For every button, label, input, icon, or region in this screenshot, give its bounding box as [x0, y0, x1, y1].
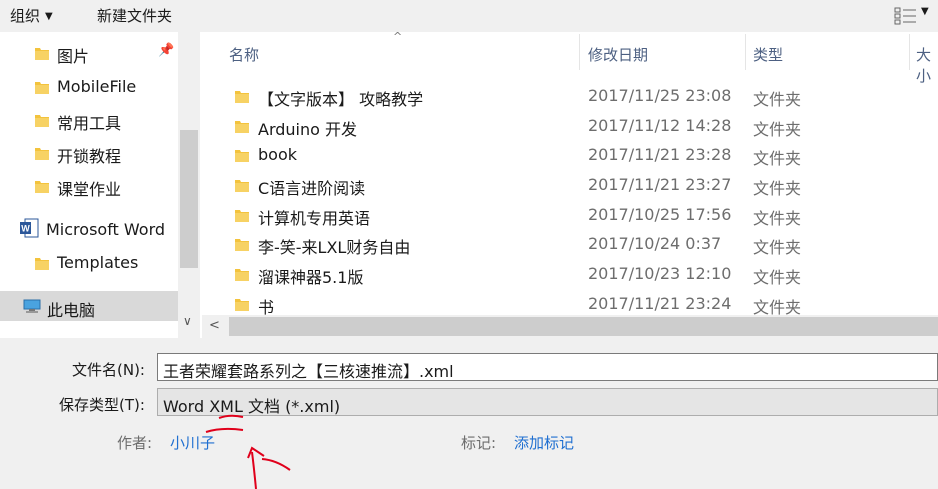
sort-ascending-icon: ^ — [393, 30, 403, 43]
file-name: C语言进阶阅读 — [258, 179, 366, 198]
nav-item-label: Templates — [57, 253, 139, 272]
word-icon: W — [20, 218, 39, 238]
file-name: Arduino 开发 — [258, 120, 358, 139]
file-type: 文件夹 — [753, 120, 802, 139]
new-folder-button[interactable]: 新建文件夹 — [97, 5, 172, 26]
file-row[interactable]: 溜课神器5.1版 2017/10/23 12:10 文件夹 — [202, 259, 938, 289]
nav-item-templates[interactable]: Templates — [0, 247, 178, 277]
nav-item-label: 课堂作业 — [57, 180, 122, 199]
file-date: 2017/11/25 23:08 — [588, 86, 732, 105]
filename-value: 王者荣耀套路系列之【三核速推流】.xml — [163, 362, 454, 381]
file-date: 2017/11/12 14:28 — [588, 116, 732, 135]
scroll-left-icon[interactable]: < — [209, 318, 220, 333]
filetype-select[interactable]: Word XML 文档 (*.xml) — [157, 388, 938, 416]
file-date: 2017/11/21 23:27 — [588, 175, 732, 194]
tags-field[interactable]: 添加标记 — [514, 432, 574, 453]
computer-icon — [23, 299, 41, 313]
file-row[interactable]: 【文字版本】 攻略教学 2017/11/25 23:08 文件夹 — [202, 81, 938, 111]
nav-scrollbar-thumb[interactable] — [180, 130, 198, 268]
nav-item-pictures[interactable]: 图片 📌 — [0, 37, 178, 67]
view-options-icon[interactable] — [894, 7, 918, 25]
chevron-down-icon: ▼ — [45, 11, 53, 22]
nav-item-microsoft-word[interactable]: W Microsoft Word — [0, 214, 178, 244]
folder-icon — [35, 82, 49, 94]
column-divider[interactable] — [909, 34, 910, 70]
nav-item-tools[interactable]: 常用工具 — [0, 104, 178, 134]
column-divider[interactable] — [745, 34, 746, 70]
folder-icon — [35, 258, 49, 270]
folder-icon — [35, 48, 49, 60]
folder-icon — [235, 121, 249, 133]
folder-icon — [235, 239, 249, 251]
file-name: 【文字版本】 攻略教学 — [258, 90, 424, 109]
folder-icon — [235, 269, 249, 281]
pin-icon[interactable]: 📌 — [158, 43, 174, 58]
nav-item-homework[interactable]: 课堂作业 — [0, 170, 178, 200]
filetype-value: Word XML 文档 (*.xml) — [163, 397, 341, 416]
nav-item-label: Microsoft Word — [46, 220, 166, 239]
author-field[interactable]: 小川子 — [170, 432, 215, 453]
file-date: 2017/10/25 17:56 — [588, 205, 732, 224]
folder-icon — [235, 91, 249, 103]
file-type: 文件夹 — [753, 149, 802, 168]
toolbar: 组织 ▼ 新建文件夹 ▼ — [0, 0, 938, 32]
organize-label: 组织 — [10, 7, 41, 25]
author-label: 作者: — [117, 434, 153, 452]
file-row[interactable]: C语言进阶阅读 2017/11/21 23:27 文件夹 — [202, 170, 938, 200]
horizontal-scrollbar-thumb[interactable] — [229, 317, 938, 336]
file-name: 李-笑-来LXL财务自由 — [258, 238, 411, 257]
organize-button[interactable]: 组织 ▼ — [10, 5, 53, 26]
nav-item-label: 常用工具 — [57, 114, 122, 133]
file-date: 2017/11/21 23:28 — [588, 145, 732, 164]
svg-text:W: W — [21, 224, 30, 234]
file-name: 溜课神器5.1版 — [258, 268, 364, 287]
file-date: 2017/10/23 12:10 — [588, 264, 732, 283]
column-header-date[interactable]: 修改日期 — [588, 44, 648, 65]
folder-icon — [35, 148, 49, 160]
file-date: 2017/11/21 23:24 — [588, 294, 732, 313]
file-row[interactable]: book 2017/11/21 23:28 文件夹 — [202, 140, 938, 170]
nav-item-mobilefile[interactable]: MobileFile — [0, 71, 178, 101]
nav-item-label: 图片 — [57, 47, 90, 66]
nav-item-label: 此电脑 — [47, 301, 96, 320]
column-header-size[interactable]: 大小 — [916, 44, 938, 86]
nav-item-label: MobileFile — [57, 77, 137, 96]
file-type: 文件夹 — [753, 179, 802, 198]
column-divider[interactable] — [579, 34, 580, 70]
nav-item-lockpicking[interactable]: 开锁教程 — [0, 137, 178, 167]
view-caret-icon[interactable]: ▼ — [921, 6, 929, 17]
file-type: 文件夹 — [753, 209, 802, 228]
file-name: book — [258, 145, 297, 164]
folder-icon — [235, 210, 249, 222]
filetype-label: 保存类型(T): — [59, 396, 145, 414]
scroll-down-icon[interactable]: ∨ — [183, 314, 192, 328]
column-header-type[interactable]: 类型 — [753, 44, 783, 65]
column-header-name[interactable]: 名称 — [229, 44, 259, 65]
file-row[interactable]: 计算机专用英语 2017/10/25 17:56 文件夹 — [202, 200, 938, 230]
nav-item-label: 开锁教程 — [57, 147, 122, 166]
filename-label: 文件名(N): — [72, 361, 145, 379]
folder-icon — [235, 299, 249, 311]
file-row[interactable]: 李-笑-来LXL财务自由 2017/10/24 0:37 文件夹 — [202, 229, 938, 259]
file-row[interactable]: Arduino 开发 2017/11/12 14:28 文件夹 — [202, 111, 938, 141]
tags-label: 标记: — [461, 434, 497, 452]
file-type: 文件夹 — [753, 268, 802, 287]
file-type: 文件夹 — [753, 90, 802, 109]
file-type: 文件夹 — [753, 238, 802, 257]
file-name: 计算机专用英语 — [258, 209, 371, 228]
folder-icon — [235, 180, 249, 192]
folder-icon — [235, 150, 249, 162]
nav-item-this-pc[interactable]: 此电脑 — [0, 291, 178, 321]
folder-icon — [35, 181, 49, 193]
horizontal-scrollbar[interactable]: < — [202, 315, 938, 338]
folder-icon — [35, 115, 49, 127]
file-date: 2017/10/24 0:37 — [588, 234, 722, 253]
filename-field[interactable]: 王者荣耀套路系列之【三核速推流】.xml — [157, 353, 938, 381]
